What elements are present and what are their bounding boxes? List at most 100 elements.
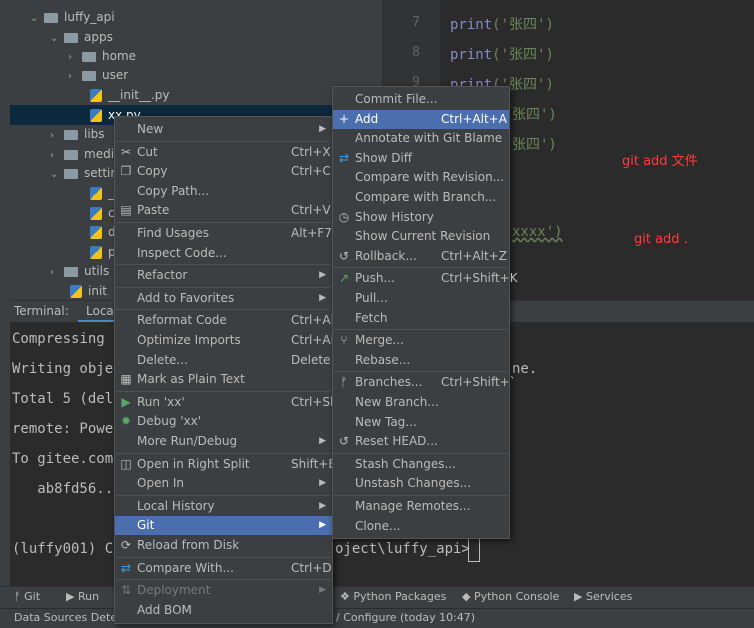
menu-item-label: New Tag... <box>355 414 417 429</box>
menu-item[interactable]: Open In ▶ <box>115 474 332 493</box>
menu-item[interactable]: ↺ Reset HEAD... <box>333 432 509 451</box>
menu-item[interactable]: Refactor ▶ <box>115 266 332 285</box>
menu-item[interactable]: ▤ Paste Ctrl+V <box>115 201 332 220</box>
menu-item[interactable]: ◫ Open in Right Split Shift+Enter <box>115 455 360 474</box>
menu-item[interactable]: Delete... Delete <box>115 351 332 370</box>
menu-item-label: Git <box>137 518 155 533</box>
submenu-arrow-icon: ▶ <box>319 520 326 531</box>
tree-item[interactable]: _ <box>76 184 114 203</box>
submenu-arrow-icon: ▶ <box>319 585 326 596</box>
menu-item[interactable]: New Tag... <box>333 413 509 432</box>
tree-item[interactable]: › home <box>68 47 136 66</box>
tree-item[interactable]: ⌄ luffy_api <box>30 8 115 27</box>
status-left-text[interactable]: Data Sources Detec <box>14 611 123 624</box>
menu-item[interactable]: ▶Run 'xx'Ctrl+Shift+F10 <box>115 393 382 412</box>
menu-item[interactable]: Pull... <box>333 289 509 308</box>
status-right-text[interactable]: / Configure (today 10:47) <box>336 611 475 624</box>
menu-item[interactable]: Optimize Imports Ctrl+Alt+O <box>115 331 358 350</box>
paste-icon: ▤ <box>120 203 132 218</box>
code-line[interactable]: 张四') <box>512 104 557 124</box>
python-file-icon <box>70 285 82 298</box>
menu-item[interactable]: Find Usages Alt+F7 <box>115 224 332 243</box>
menu-item[interactable]: Unstash Changes... <box>333 474 509 493</box>
menu-item[interactable]: ▦ Mark as Plain Text <box>115 370 332 389</box>
deployment-icon: ⇅ <box>120 583 132 598</box>
chevron-icon[interactable]: ⌄ <box>50 165 60 184</box>
menu-item[interactable]: Fetch <box>333 309 509 328</box>
plain-text-icon: ▦ <box>120 372 132 387</box>
menu-item-label: Delete... <box>137 352 188 367</box>
tree-item[interactable]: ⌄ settin <box>50 164 118 183</box>
menu-item[interactable]: Add BOM <box>115 601 332 620</box>
tree-item[interactable]: __init__.py <box>76 86 170 105</box>
tool-window-button[interactable]: ◆ Python Console <box>462 590 559 603</box>
tool-window-button[interactable]: ❖ Python Packages <box>340 590 446 603</box>
menu-item[interactable]: More Run/Debug ▶ <box>115 432 332 451</box>
menu-item[interactable]: ↺ Rollback... Ctrl+Alt+Z <box>333 247 509 266</box>
tool-window-button[interactable]: ▶ Run <box>66 590 99 603</box>
tree-item[interactable]: › user <box>68 66 128 85</box>
menu-item[interactable]: New ▶ <box>115 120 332 139</box>
menu-item[interactable]: ᚠ Branches... Ctrl+Shift+` <box>333 373 515 392</box>
menu-item[interactable]: Copy Path... <box>115 182 332 201</box>
code-line[interactable]: 张四') <box>512 134 557 154</box>
menu-item[interactable]: Commit File... <box>333 90 509 109</box>
menu-item-label: Stash Changes... <box>355 456 456 471</box>
tree-item[interactable]: › medi <box>50 145 114 164</box>
tree-item-label: utils <box>84 264 110 278</box>
menu-item[interactable]: Reformat Code Ctrl+Alt+L <box>115 311 355 330</box>
debug-icon: ✹ <box>120 414 132 429</box>
menu-item[interactable]: Inspect Code... <box>115 244 332 263</box>
tool-window-button[interactable]: ▶ Services <box>574 590 632 603</box>
menu-item[interactable]: Compare with Revision... <box>333 168 509 187</box>
chevron-icon[interactable]: ⌄ <box>30 9 40 28</box>
menu-item[interactable]: ⇄ Compare With... Ctrl+D <box>115 559 332 578</box>
menu-item[interactable]: Stash Changes... <box>333 455 509 474</box>
tree-item[interactable]: › utils <box>50 262 109 281</box>
menu-item[interactable]: ⑂ Merge... <box>333 331 509 350</box>
python-file-icon <box>90 89 102 102</box>
menu-item[interactable]: New Branch... <box>333 393 509 412</box>
menu-item[interactable]: + Add Ctrl+Alt+A <box>333 109 509 129</box>
menu-item[interactable]: Annotate with Git Blame <box>333 129 509 148</box>
menu-item[interactable]: ↗ Push... Ctrl+Shift+K <box>333 269 518 288</box>
chevron-icon[interactable]: › <box>50 146 60 165</box>
chevron-icon[interactable]: › <box>68 48 78 67</box>
menu-item-shortcut: Ctrl+Shift+` <box>441 375 516 390</box>
menu-item[interactable]: ◷ Show History <box>333 208 509 227</box>
menu-item[interactable]: Compare with Branch... <box>333 188 509 207</box>
tree-item[interactable]: d <box>76 223 116 242</box>
menu-item[interactable]: Manage Remotes... <box>333 497 509 516</box>
tree-item[interactable]: › libs <box>50 125 105 144</box>
menu-item-label: Debug 'xx' <box>137 414 202 429</box>
menu-item[interactable]: ❐ Copy Ctrl+C <box>115 162 332 181</box>
menu-item-shortcut: Alt+F7 <box>291 226 332 240</box>
folder-icon <box>82 70 96 81</box>
menu-item[interactable]: ✂ Cut Ctrl+X <box>115 143 332 162</box>
chevron-icon[interactable]: › <box>68 67 78 86</box>
menu-item[interactable]: Show Current Revision <box>333 227 509 246</box>
menu-item[interactable]: ⟳ Reload from Disk <box>115 536 332 555</box>
menu-item[interactable]: Local History ▶ <box>115 497 332 516</box>
menu-item[interactable]: ⇄ Show Diff <box>333 149 509 168</box>
chevron-icon[interactable]: › <box>50 263 60 282</box>
tool-window-button[interactable]: ᚠ Git <box>14 590 40 603</box>
menu-item[interactable]: Git ▶ <box>115 516 332 536</box>
tree-item[interactable]: ⌄ apps <box>50 28 113 47</box>
tool-window-label: Git <box>24 590 41 603</box>
menu-item-label: Run 'xx' <box>137 394 185 409</box>
chevron-icon[interactable]: › <box>50 126 60 145</box>
chevron-icon[interactable]: ⌄ <box>50 29 60 48</box>
menu-item[interactable]: Clone... <box>333 517 509 536</box>
menu-item[interactable]: ✹ Debug 'xx' <box>115 412 332 431</box>
code-line[interactable]: print('张四') <box>450 14 554 34</box>
menu-separator <box>334 329 508 331</box>
menu-item[interactable]: Add to Favorites ▶ <box>115 289 332 308</box>
code-line[interactable]: print('张四') <box>450 44 554 64</box>
tree-item[interactable]: init <box>56 282 107 301</box>
tree-item[interactable]: p <box>76 243 116 262</box>
menu-item[interactable]: Rebase... <box>333 351 509 370</box>
scissors-icon: ✂ <box>120 144 132 159</box>
code-line[interactable]: xxxx') <box>512 224 563 240</box>
menu-item-label: Reset HEAD... <box>355 434 438 449</box>
